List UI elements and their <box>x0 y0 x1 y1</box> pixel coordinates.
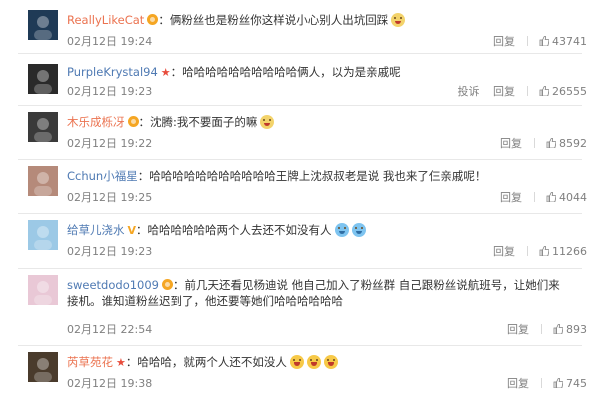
avatar[interactable] <box>28 352 58 382</box>
cry-emoji-icon <box>334 223 349 237</box>
avatar[interactable] <box>28 275 58 305</box>
username-link[interactable]: ReallyLikeCat <box>67 13 144 27</box>
star-badge-icon: ★ <box>116 356 126 369</box>
like-count: 26555 <box>552 85 587 98</box>
star-badge-icon: ★ <box>160 66 171 79</box>
comment-actions: 回复 745 <box>507 375 587 391</box>
like-count: 893 <box>566 323 587 336</box>
action-divider <box>540 324 542 334</box>
comment-timestamp: 02月12日 19:24 <box>67 35 153 48</box>
username-link[interactable]: sweetdodo1009 <box>67 278 159 292</box>
like-button[interactable]: 8592 <box>538 137 587 150</box>
thumbs-up-icon <box>539 246 549 256</box>
comment-divider <box>18 159 582 160</box>
cat-emoji-icon <box>260 115 275 129</box>
comment-text: 哈哈哈哈哈哈哈哈哈哈俩人，以为是亲戚呢 <box>182 65 401 79</box>
laugh-emoji-icon <box>289 355 304 369</box>
action-divider <box>533 138 535 148</box>
reply-button[interactable]: 回复 <box>500 191 522 204</box>
like-count: 4044 <box>559 191 587 204</box>
thumbs-up-icon <box>546 138 556 148</box>
username-link[interactable]: 给草儿浇水 <box>67 223 125 237</box>
comment-actions: 回复 4044 <box>500 189 587 205</box>
comment-timestamp: 02月12日 19:25 <box>67 191 153 204</box>
username-link[interactable]: 木乐成栎冴 <box>67 115 125 129</box>
action-divider <box>540 378 542 388</box>
like-button[interactable]: 26555 <box>531 85 587 98</box>
vip-badge-icon <box>162 279 173 290</box>
comment-body: 芮草苑花 ★：哈哈哈，就两个人还不如没人 <box>67 354 585 371</box>
comment-actions: 回复 43741 <box>493 33 587 49</box>
like-button[interactable]: 43741 <box>531 35 587 48</box>
reply-button[interactable]: 回复 <box>507 377 529 390</box>
action-divider <box>533 192 535 202</box>
thumbs-up-icon <box>539 36 549 46</box>
comment-actions: 回复 8592 <box>500 135 587 151</box>
comment-text: 沈腾:我不要面子的嘛 <box>150 115 258 129</box>
avatar[interactable] <box>28 112 58 142</box>
comment-text: 哈哈哈，就两个人还不如没人 <box>137 355 287 369</box>
comment-body: 给草儿浇水 V：哈哈哈哈哈哈两个人去还不如没有人 <box>67 222 585 239</box>
laugh-emoji-icon <box>323 355 338 369</box>
comment-text: 哈哈哈哈哈哈两个人去还不如没有人 <box>147 223 332 237</box>
thumbs-up-icon <box>553 378 563 388</box>
thumbs-up-icon <box>553 324 563 334</box>
reply-button[interactable]: 回复 <box>493 85 515 98</box>
like-button[interactable]: 4044 <box>538 191 587 204</box>
comment-body: PurpleKrystal94 ★：哈哈哈哈哈哈哈哈哈哈俩人，以为是亲戚呢 <box>67 65 401 79</box>
username-link[interactable]: PurpleKrystal94 <box>67 65 158 79</box>
avatar[interactable] <box>28 10 58 40</box>
cry-emoji-icon <box>351 223 366 237</box>
comment-actions: 回复 11266 <box>493 243 587 259</box>
comment-divider <box>18 213 582 214</box>
comment-text: 俩粉丝也是粉丝你这样说小心别人出坑回踩 <box>169 13 389 27</box>
like-button[interactable]: 11266 <box>531 245 587 258</box>
thumbs-up-icon <box>539 86 549 96</box>
action-divider <box>526 36 528 46</box>
comment-divider <box>18 268 582 269</box>
username-link[interactable]: 芮草苑花 <box>67 355 113 369</box>
action-divider <box>526 86 528 96</box>
username-link[interactable]: Cchun小福星 <box>67 169 138 183</box>
like-button[interactable]: 893 <box>545 323 587 336</box>
avatar[interactable] <box>28 166 58 196</box>
comment-timestamp: 02月12日 19:23 <box>67 85 153 98</box>
comment-body: sweetdodo1009 ：前几天还看见杨迪说 他自己加入了粉丝群 自己跟粉丝说… <box>67 278 560 308</box>
like-count: 11266 <box>552 245 587 258</box>
comment-timestamp: 02月12日 19:22 <box>67 137 153 150</box>
comment-body: ReallyLikeCat ：俩粉丝也是粉丝你这样说小心别人出坑回踩 <box>67 12 585 28</box>
action-divider <box>526 246 528 256</box>
vip-badge-icon <box>147 14 159 25</box>
comment-body: 木乐成栎冴 ：沈腾:我不要面子的嘛 <box>67 114 585 130</box>
avatar[interactable] <box>28 64 58 94</box>
report-button[interactable]: 投诉 <box>458 85 480 98</box>
comment-timestamp: 02月12日 19:23 <box>67 245 153 258</box>
comment-text: 哈哈哈哈哈哈哈哈哈哈哈王牌上沈叔叔老是说 我也来了仨亲戚呢！ <box>149 169 487 183</box>
laugh-emoji-icon <box>306 355 321 369</box>
comment-timestamp: 02月12日 22:54 <box>67 323 153 336</box>
vip-badge-icon <box>127 116 139 127</box>
comment-divider <box>18 345 582 346</box>
comment-timestamp: 02月12日 19:38 <box>67 377 153 390</box>
comment-divider <box>18 105 582 106</box>
reply-button[interactable]: 回复 <box>493 35 515 48</box>
comment-actions: 投诉 回复 26555 <box>458 83 588 99</box>
like-count: 43741 <box>552 35 587 48</box>
like-button[interactable]: 745 <box>545 377 587 390</box>
comment-list: ReallyLikeCat ：俩粉丝也是粉丝你这样说小心别人出坑回踩 02月12日… <box>0 0 600 400</box>
comment-body: Cchun小福星：哈哈哈哈哈哈哈哈哈哈哈王牌上沈叔叔老是说 我也来了仨亲戚呢！ <box>67 169 487 183</box>
reply-button[interactable]: 回复 <box>500 137 522 150</box>
comment-actions: 回复 893 <box>507 321 587 337</box>
thumbs-up-icon <box>546 192 556 202</box>
verified-v-icon: V <box>127 224 137 237</box>
reply-button[interactable]: 回复 <box>507 323 529 336</box>
cat-emoji-icon <box>391 13 406 27</box>
like-count: 8592 <box>559 137 587 150</box>
like-count: 745 <box>566 377 587 390</box>
avatar[interactable] <box>28 220 58 250</box>
reply-button[interactable]: 回复 <box>493 245 515 258</box>
comment-divider <box>18 53 582 54</box>
